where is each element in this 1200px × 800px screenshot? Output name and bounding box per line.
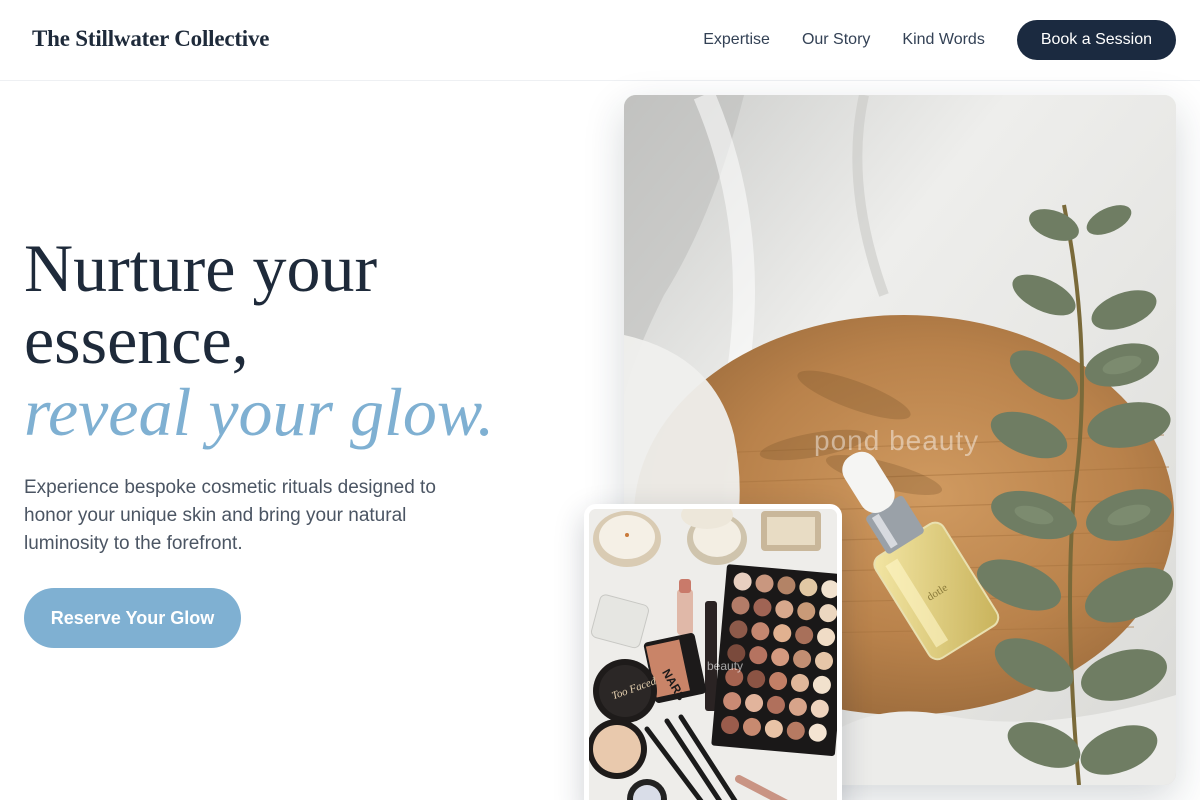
main-nav: Expertise Our Story Kind Words Book a Se… (703, 20, 1176, 60)
reserve-glow-button[interactable]: Reserve Your Glow (24, 588, 241, 648)
makeup-illustration: NARS Too Faced (589, 509, 837, 800)
makeup-flatlay-photo: NARS Too Faced beauty (584, 504, 842, 800)
nav-link-expertise[interactable]: Expertise (703, 20, 770, 60)
site-header: The Stillwater Collective Expertise Our … (0, 0, 1200, 81)
hero-title: Nurture your essence, reveal your glow. (24, 232, 584, 448)
brand-logo[interactable]: The Stillwater Collective (32, 26, 270, 52)
hero-title-accent: reveal your glow. (24, 374, 495, 450)
nav-link-our-story[interactable]: Our Story (802, 20, 870, 60)
hero-title-line-2: essence, (24, 302, 249, 378)
hero-title-line-1: Nurture your (24, 230, 378, 306)
book-session-button[interactable]: Book a Session (1016, 20, 1176, 60)
hero-subtitle: Experience bespoke cosmetic rituals desi… (24, 477, 436, 554)
nav-link-kind-words[interactable]: Kind Words (902, 20, 984, 60)
